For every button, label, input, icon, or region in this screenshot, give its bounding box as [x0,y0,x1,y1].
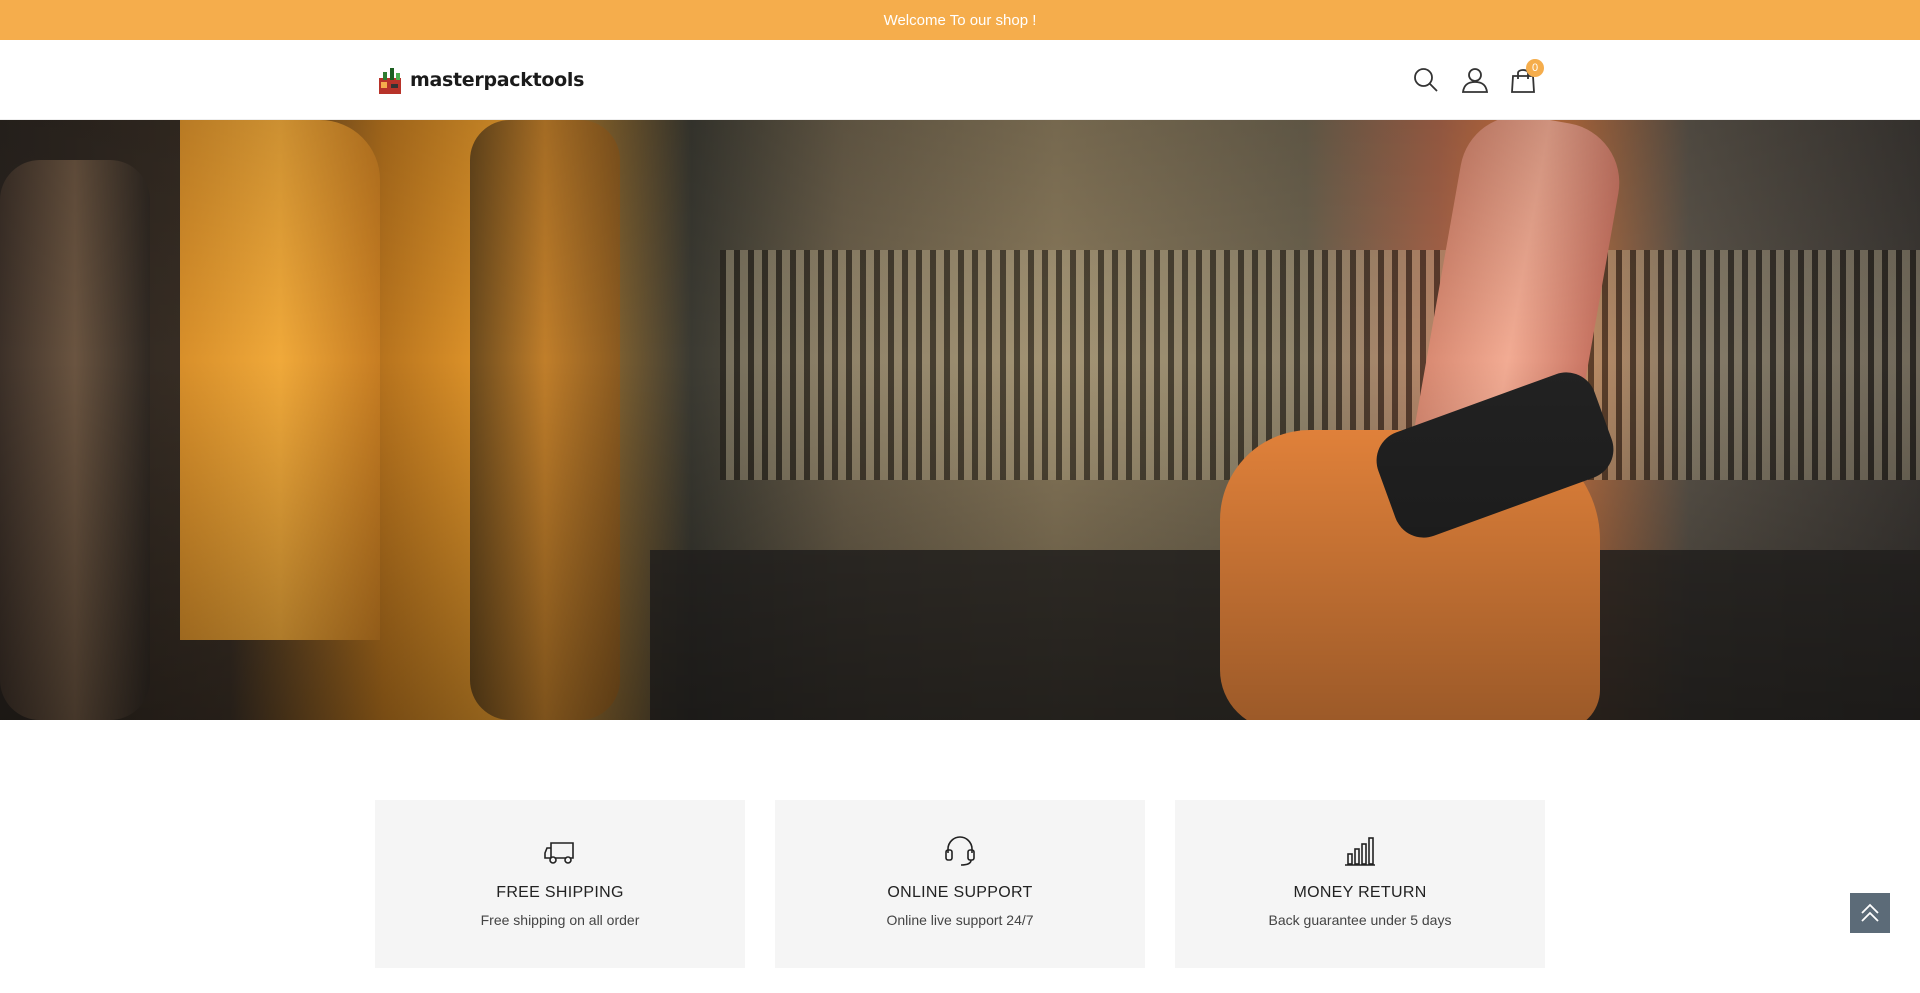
welcome-text: Welcome To our shop ! [883,11,1037,29]
feature-description: Back guarantee under 5 days [1268,912,1452,928]
double-chevron-up-icon [1861,903,1879,922]
hero-banner[interactable] [0,120,1920,720]
feature-title: FREE SHIPPING [496,884,624,901]
feature-title: MONEY RETURN [1293,884,1427,901]
announcement-bar: Welcome To our shop ! [0,0,1920,40]
features-row: FREE SHIPPING Free shipping on all order… [375,800,1545,968]
feature-free-shipping: FREE SHIPPING Free shipping on all order [375,800,745,968]
site-header: masterpacktools 0 [0,40,1920,120]
feature-description: Online live support 24/7 [886,912,1034,928]
truck-icon [544,842,574,864]
search-icon [1414,68,1438,92]
user-icon [1461,68,1489,93]
cart-button[interactable]: 0 [1507,59,1544,98]
bar-chart-icon [1345,837,1375,866]
feature-description: Free shipping on all order [480,912,640,928]
back-to-top-button[interactable] [1850,893,1890,933]
feature-title: ONLINE SUPPORT [887,884,1033,901]
header-icons: 0 [0,59,1920,98]
headset-icon [945,836,975,866]
search-button[interactable] [1410,62,1442,98]
feature-online-support: ONLINE SUPPORT Online live support 24/7 [775,800,1145,968]
feature-money-return: MONEY RETURN Back guarantee under 5 days [1175,800,1545,968]
cart-count-badge: 0 [1526,59,1544,77]
account-button[interactable] [1459,62,1491,98]
